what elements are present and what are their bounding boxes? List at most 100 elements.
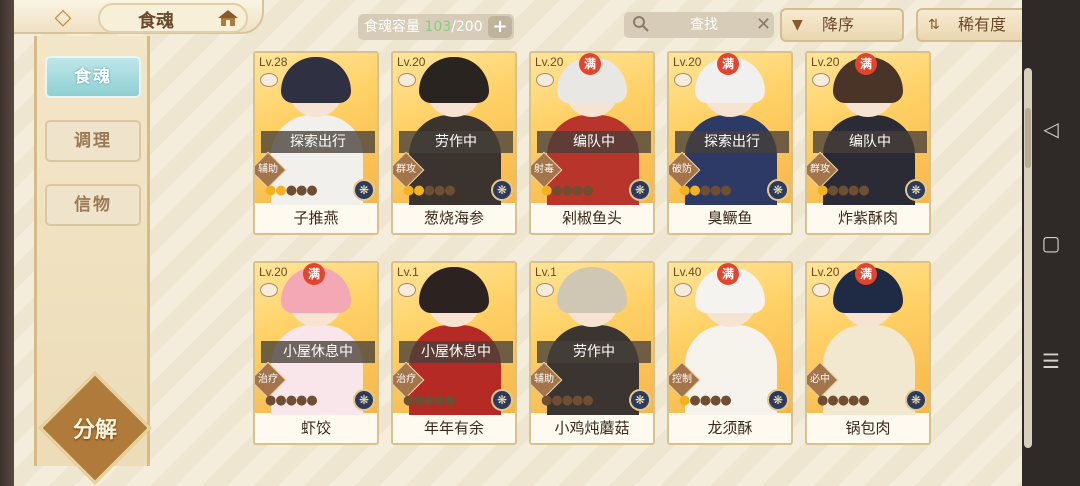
sort-arrows-icon: ⇅ bbox=[928, 17, 940, 33]
card-level: Lv.20 bbox=[259, 265, 288, 279]
character-hair bbox=[281, 57, 351, 103]
sort-order-label: 降序 bbox=[822, 15, 855, 34]
add-capacity-button[interactable]: + bbox=[488, 16, 512, 38]
sort-rarity-button[interactable]: ⇅ 稀有度 bbox=[916, 8, 1028, 42]
food-soul-card[interactable]: Lv.28 探索出行 辅助 ●●●●● ❋ 子推燕 bbox=[253, 51, 379, 235]
spirit-icon: ❋ bbox=[491, 179, 513, 201]
max-badge: 满 bbox=[855, 53, 877, 75]
card-status: 探索出行 bbox=[675, 131, 789, 153]
tab-keepsake[interactable]: 信物 bbox=[45, 184, 141, 226]
card-level: Lv.20 bbox=[535, 55, 564, 69]
card-name: 炸紫酥肉 bbox=[837, 209, 898, 227]
role-label: 群攻 bbox=[810, 164, 830, 175]
star-icon: ● bbox=[275, 393, 286, 408]
sort-order-button[interactable]: ▼ 降序 bbox=[780, 8, 904, 42]
star-icon: ● bbox=[699, 393, 711, 408]
card-level: Lv.1 bbox=[397, 265, 419, 279]
tab-food-soul[interactable]: 食魂 bbox=[45, 56, 141, 98]
star-icon: ● bbox=[285, 183, 297, 198]
star-icon: ● bbox=[541, 393, 552, 408]
search-icon bbox=[633, 16, 649, 32]
star-icon: ● bbox=[572, 393, 583, 408]
capacity-label: 食魂容量 bbox=[364, 19, 420, 35]
star-icon: ● bbox=[403, 183, 414, 198]
star-icon: ● bbox=[837, 183, 849, 198]
character-hair bbox=[419, 57, 489, 103]
home-icon[interactable] bbox=[216, 8, 240, 28]
scrollbar-thumb[interactable] bbox=[1025, 108, 1031, 168]
star-icon: ● bbox=[434, 183, 445, 198]
star-icon: ● bbox=[720, 183, 731, 198]
star-icon: ● bbox=[720, 393, 731, 408]
food-soul-card[interactable]: Lv.1 劳作中 辅助 ●●●●● ❋ 小鸡炖蘑菇 bbox=[529, 261, 655, 445]
star-icon: ● bbox=[699, 183, 711, 198]
star-rating: ●●●●● bbox=[265, 393, 318, 408]
scrollbar[interactable] bbox=[1024, 68, 1032, 448]
spirit-icon: ❋ bbox=[905, 179, 927, 201]
star-icon: ● bbox=[858, 183, 869, 198]
star-icon: ● bbox=[413, 393, 424, 408]
nav-back-icon[interactable]: ◁ bbox=[1040, 118, 1062, 140]
mood-icon bbox=[812, 73, 830, 87]
tab-conditioning[interactable]: 调理 bbox=[45, 120, 141, 162]
food-soul-card[interactable]: Lv.1 小屋休息中 治疗 ●●●●● ❋ 年年有余 bbox=[391, 261, 517, 445]
star-rating: ●●●●● bbox=[403, 183, 456, 198]
sidebar: 食魂 调理 信物 分解 bbox=[34, 36, 152, 485]
food-soul-card[interactable]: Lv.20 满小屋休息中 治疗 ●●●●● ❋ 虾饺 bbox=[253, 261, 379, 445]
star-icon: ● bbox=[265, 393, 276, 408]
mood-icon bbox=[812, 283, 830, 297]
role-label: 破防 bbox=[672, 164, 692, 175]
sort-rarity-label: 稀有度 bbox=[958, 15, 1007, 34]
card-name: 子推燕 bbox=[293, 209, 339, 227]
mood-icon bbox=[398, 283, 416, 297]
star-icon: ● bbox=[848, 393, 859, 408]
food-soul-card[interactable]: Lv.20 满探索出行 破防 ●●●●● ❋ 臭鳜鱼 bbox=[667, 51, 793, 235]
star-icon: ● bbox=[679, 393, 690, 408]
star-icon: ● bbox=[561, 183, 573, 198]
card-level: Lv.1 bbox=[535, 265, 557, 279]
star-rating: ●●●●● bbox=[403, 393, 456, 408]
mood-icon bbox=[260, 283, 278, 297]
star-icon: ● bbox=[837, 393, 849, 408]
star-icon: ● bbox=[551, 183, 562, 198]
search-input[interactable] bbox=[658, 12, 750, 38]
food-soul-card[interactable]: Lv.40 满控制 ●●●●● ❋ 龙须酥 bbox=[667, 261, 793, 445]
star-icon: ● bbox=[572, 183, 583, 198]
star-icon: ● bbox=[444, 393, 455, 408]
capacity-current: 103 bbox=[424, 19, 452, 35]
star-icon: ● bbox=[306, 393, 317, 408]
top-bar: ◇ 食魂 食魂容量 103/200 + ✕ ▼ 降序 bbox=[14, 0, 1028, 42]
star-icon: ● bbox=[582, 183, 593, 198]
card-name: 锅包肉 bbox=[845, 419, 891, 437]
nav-home-icon[interactable]: ▢ bbox=[1040, 232, 1062, 254]
clear-icon[interactable]: ✕ bbox=[756, 14, 771, 36]
food-soul-card[interactable]: Lv.20 劳作中 群攻 ●●●●● ❋ 葱烧海参 bbox=[391, 51, 517, 235]
max-badge: 满 bbox=[717, 53, 739, 75]
mood-icon bbox=[260, 73, 278, 87]
spirit-icon: ❋ bbox=[629, 179, 651, 201]
max-badge: 满 bbox=[855, 263, 877, 285]
role-label: 辅助 bbox=[258, 164, 278, 175]
card-name: 剁椒鱼头 bbox=[561, 209, 622, 227]
star-icon: ● bbox=[710, 183, 721, 198]
star-icon: ● bbox=[679, 183, 690, 198]
food-soul-card[interactable]: Lv.20 满编队中 射毒 ●●●●● ❋ 剁椒鱼头 bbox=[529, 51, 655, 235]
star-rating: ●●●●● bbox=[679, 183, 732, 198]
star-icon: ● bbox=[444, 183, 455, 198]
spirit-icon: ❋ bbox=[767, 389, 789, 411]
star-icon: ● bbox=[858, 393, 869, 408]
spirit-icon: ❋ bbox=[353, 389, 375, 411]
character-hair bbox=[557, 267, 627, 313]
back-icon[interactable]: ◇ bbox=[50, 6, 76, 30]
food-soul-card[interactable]: Lv.20 满编队中 群攻 ●●●●● ❋ 炸紫酥肉 bbox=[805, 51, 931, 235]
card-level: Lv.20 bbox=[673, 55, 702, 69]
nav-menu-icon[interactable]: ☰ bbox=[1040, 350, 1062, 372]
role-label: 治疗 bbox=[396, 374, 416, 385]
star-icon: ● bbox=[265, 183, 276, 198]
card-status: 小屋休息中 bbox=[399, 341, 513, 363]
star-icon: ● bbox=[551, 393, 562, 408]
card-name: 葱烧海参 bbox=[423, 209, 484, 227]
card-status: 劳作中 bbox=[537, 341, 651, 363]
spirit-icon: ❋ bbox=[353, 179, 375, 201]
food-soul-card[interactable]: Lv.20 满必中 ●●●●● ❋ 锅包肉 bbox=[805, 261, 931, 445]
